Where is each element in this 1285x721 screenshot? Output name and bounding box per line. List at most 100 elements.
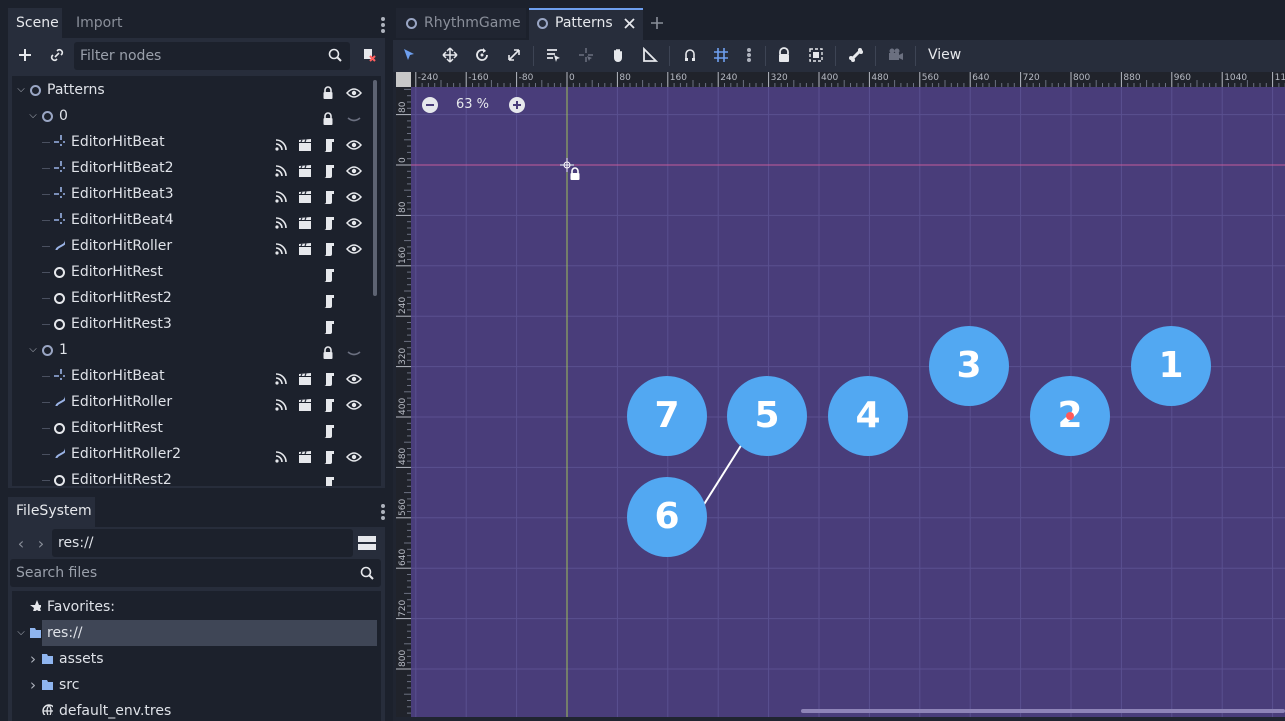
- beat-circle-3[interactable]: 3: [929, 326, 1009, 406]
- signal-icon[interactable]: [274, 135, 288, 151]
- filesystem-dock-menu-icon[interactable]: [381, 504, 385, 522]
- clapper-icon[interactable]: [298, 135, 312, 151]
- back-icon[interactable]: ‹: [14, 534, 28, 553]
- tree-item[interactable]: EditorHitRoller: [12, 233, 381, 259]
- beat-circle-4[interactable]: 4: [828, 376, 908, 456]
- script-icon[interactable]: [322, 187, 336, 204]
- tree-item[interactable]: EditorHitRoller: [12, 389, 381, 415]
- signal-icon[interactable]: [274, 369, 288, 385]
- clapper-icon[interactable]: [298, 161, 312, 177]
- eye-icon[interactable]: [346, 83, 362, 98]
- script-icon[interactable]: [322, 291, 336, 308]
- chevron-right-icon[interactable]: ›: [28, 672, 38, 698]
- split-view-icon[interactable]: [356, 532, 378, 554]
- view-menu[interactable]: View: [928, 47, 961, 63]
- eye-icon[interactable]: [346, 135, 362, 150]
- new-scene-tab-icon[interactable]: [648, 14, 666, 32]
- chevron-down-icon[interactable]: ⌵: [28, 103, 38, 129]
- eye-icon[interactable]: [346, 213, 362, 228]
- file-item[interactable]: › src: [12, 672, 381, 698]
- pan-icon[interactable]: [607, 44, 629, 66]
- file-item[interactable]: default_env.tres: [12, 698, 381, 721]
- tree-item[interactable]: ⌵ Patterns: [12, 77, 381, 103]
- tree-item[interactable]: ⌵ 1: [12, 337, 381, 363]
- instance-scene-icon[interactable]: [46, 44, 68, 66]
- tree-item[interactable]: EditorHitRest: [12, 259, 381, 285]
- lock-icon[interactable]: [773, 44, 795, 66]
- tree-item[interactable]: EditorHitBeat3: [12, 181, 381, 207]
- script-icon[interactable]: [322, 213, 336, 230]
- script-icon[interactable]: [322, 265, 336, 282]
- signal-icon[interactable]: [274, 187, 288, 203]
- file-item[interactable]: › assets: [12, 646, 381, 672]
- beat-circle-6[interactable]: 6: [627, 477, 707, 557]
- signal-icon[interactable]: [274, 213, 288, 229]
- pivot-icon[interactable]: [575, 44, 597, 66]
- eye-icon[interactable]: [346, 395, 362, 410]
- eye-icon[interactable]: [346, 161, 362, 176]
- script-remove-icon[interactable]: [358, 44, 380, 66]
- zoom-out-icon[interactable]: [422, 97, 438, 113]
- clapper-icon[interactable]: [298, 447, 312, 463]
- script-icon[interactable]: [322, 421, 336, 438]
- clapper-icon[interactable]: [298, 213, 312, 229]
- tree-item[interactable]: EditorHitBeat: [12, 129, 381, 155]
- list-select-icon[interactable]: [542, 44, 564, 66]
- scale-icon[interactable]: [503, 44, 525, 66]
- tree-item[interactable]: EditorHitBeat2: [12, 155, 381, 181]
- rotate-icon[interactable]: [471, 44, 493, 66]
- script-icon[interactable]: [322, 473, 336, 486]
- clapper-icon[interactable]: [298, 187, 312, 203]
- tree-item[interactable]: EditorHitRest2: [12, 285, 381, 311]
- file-item[interactable]: ⌵ res://: [17, 620, 377, 646]
- eye-icon[interactable]: [346, 369, 362, 384]
- script-icon[interactable]: [322, 395, 336, 412]
- lock-icon[interactable]: [322, 109, 336, 125]
- zoom-level[interactable]: 63 %: [456, 97, 489, 112]
- chevron-right-icon[interactable]: ›: [28, 646, 38, 672]
- script-icon[interactable]: [322, 135, 336, 152]
- tree-item[interactable]: EditorHitRest: [12, 415, 381, 441]
- chevron-down-icon[interactable]: ⌵: [16, 620, 26, 646]
- filter-nodes-input[interactable]: Filter nodes: [74, 42, 350, 70]
- tree-item[interactable]: ⌵ 0: [12, 103, 381, 129]
- path-field[interactable]: res://: [52, 529, 353, 557]
- script-icon[interactable]: [322, 369, 336, 386]
- add-node-icon[interactable]: [14, 44, 36, 66]
- ruler-icon[interactable]: [639, 44, 661, 66]
- import-tab-label[interactable]: Import: [76, 15, 122, 31]
- chevron-down-icon[interactable]: ⌵: [28, 337, 38, 363]
- chevron-down-icon[interactable]: ⌵: [16, 77, 26, 103]
- tree-item[interactable]: EditorHitBeat: [12, 363, 381, 389]
- beat-circle-7[interactable]: 7: [627, 376, 707, 456]
- clapper-icon[interactable]: [298, 239, 312, 255]
- smart-snap-icon[interactable]: [680, 44, 702, 66]
- clapper-icon[interactable]: [298, 369, 312, 385]
- forward-icon[interactable]: ›: [34, 534, 48, 553]
- script-icon[interactable]: [322, 447, 336, 464]
- lock-icon[interactable]: [322, 83, 336, 99]
- scene-dock-menu-icon[interactable]: [381, 17, 385, 35]
- signal-icon[interactable]: [274, 239, 288, 255]
- tree-item[interactable]: EditorHitRest2: [12, 467, 381, 486]
- signal-icon[interactable]: [274, 447, 288, 463]
- eye-icon[interactable]: [346, 239, 362, 254]
- more-icon[interactable]: [738, 44, 760, 66]
- signal-icon[interactable]: [274, 161, 288, 177]
- script-icon[interactable]: [322, 239, 336, 256]
- bone-icon[interactable]: [845, 44, 867, 66]
- camera-icon[interactable]: [885, 44, 907, 66]
- move-icon[interactable]: [439, 44, 461, 66]
- eye-icon[interactable]: [346, 187, 362, 202]
- file-item[interactable]: Favorites:: [12, 594, 381, 620]
- group-icon[interactable]: [805, 44, 827, 66]
- script-icon[interactable]: [322, 317, 336, 334]
- beat-circle-5[interactable]: 5: [727, 376, 807, 456]
- tree-item[interactable]: EditorHitRest3: [12, 311, 381, 337]
- viewport-hscrollbar[interactable]: [801, 709, 1285, 713]
- lock-icon[interactable]: [322, 343, 336, 359]
- scene-tree-scrollbar[interactable]: [373, 80, 377, 296]
- select-icon[interactable]: [398, 44, 420, 66]
- tree-item[interactable]: EditorHitRoller2: [12, 441, 381, 467]
- script-icon[interactable]: [322, 161, 336, 178]
